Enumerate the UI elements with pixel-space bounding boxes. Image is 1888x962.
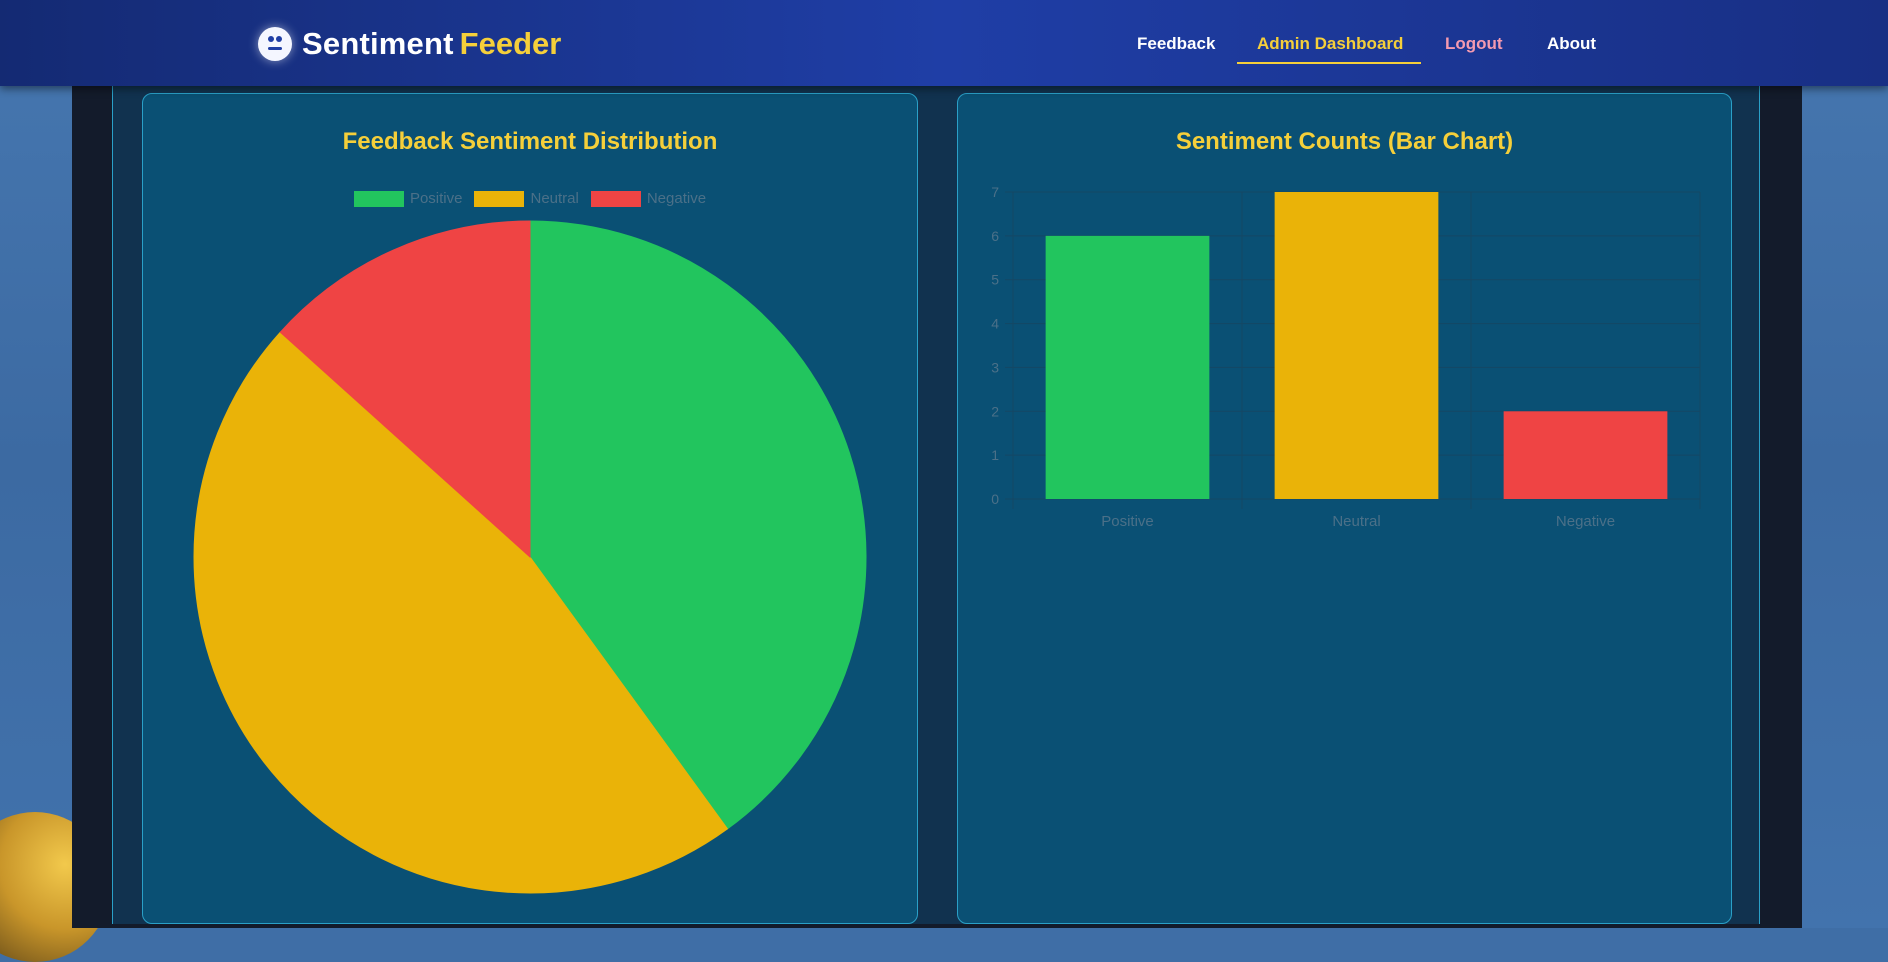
- background-right: [1802, 0, 1888, 928]
- bar-chart-card: Sentiment Counts (Bar Chart) 0 1 2 3 4 5 6 7 Pos…: [957, 93, 1732, 924]
- bar-negative: [1503, 411, 1668, 499]
- x-tick-label: Neutral: [1332, 513, 1380, 530]
- brand-name-accent: Feeder: [459, 26, 562, 61]
- brand[interactable]: Sentiment Feeder: [258, 24, 561, 64]
- face-icon: [258, 27, 292, 61]
- x-tick-label: Negative: [1556, 513, 1615, 530]
- y-tick-label: 0: [991, 491, 999, 507]
- nav-logout[interactable]: Logout: [1445, 34, 1503, 54]
- bar-neutral: [1274, 192, 1439, 499]
- active-tab-indicator: [1237, 62, 1421, 64]
- x-tick-label: Positive: [1101, 513, 1154, 530]
- nav-admin-dashboard[interactable]: Admin Dashboard: [1257, 34, 1403, 54]
- nav-feedback[interactable]: Feedback: [1137, 34, 1215, 54]
- y-tick-label: 7: [991, 184, 999, 200]
- brand-name: Sentiment: [302, 26, 454, 61]
- background-left: [0, 0, 72, 928]
- navbar: Sentiment Feeder Feedback Admin Dashboar…: [0, 0, 1888, 86]
- y-tick-label: 5: [991, 272, 999, 288]
- pie-chart-card: Feedback Sentiment Distribution Positive…: [142, 93, 918, 924]
- pie-chart: [193, 220, 867, 894]
- y-tick-label: 6: [991, 228, 999, 244]
- y-tick-label: 4: [991, 316, 999, 332]
- y-tick-label: 2: [991, 403, 999, 419]
- y-tick-label: 1: [991, 447, 999, 463]
- nav-about[interactable]: About: [1547, 34, 1596, 54]
- bar-chart: 0 1 2 3 4 5 6 7 Positive Neutral Negative: [991, 184, 1701, 530]
- y-tick-label: 3: [991, 359, 999, 375]
- bar-positive: [1045, 235, 1210, 499]
